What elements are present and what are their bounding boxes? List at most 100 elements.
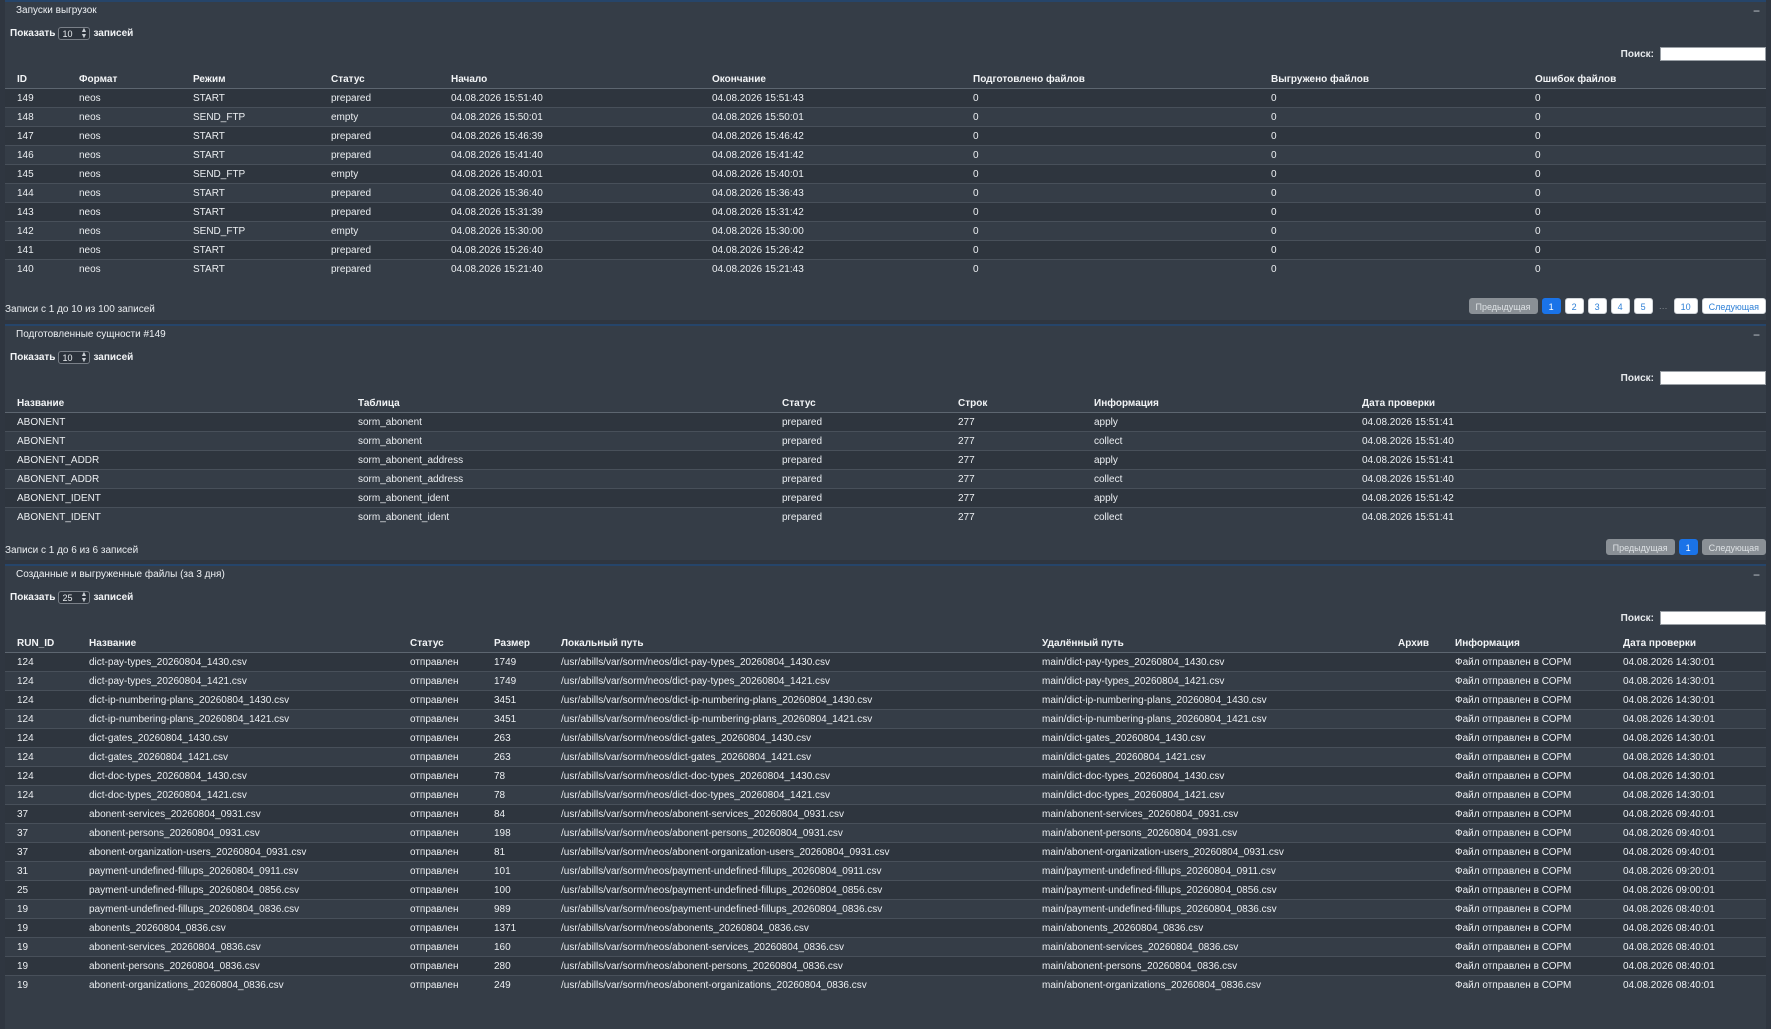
table-cell: main/dict-gates_20260804_1430.csv bbox=[1030, 728, 1386, 748]
runs-search-input[interactable] bbox=[1660, 47, 1766, 61]
table-row[interactable]: 142 neos SEND_FTP empty 04.08.2026 15:30:00 0… bbox=[5, 221, 1766, 241]
entities-column-header[interactable]: Дата проверки bbox=[1350, 394, 1766, 413]
runs-column-header[interactable]: Статус bbox=[319, 70, 439, 89]
files-column-header[interactable]: Удалённый путь bbox=[1030, 634, 1386, 653]
table-row[interactable]: 141 neos START prepared 04.08.2026 15:26:40 0… bbox=[5, 240, 1766, 260]
runs-table: ID Формат Режим Статус Начало Окончание Подгот… bbox=[5, 70, 1766, 279]
prev-page-button[interactable]: Предыдущая bbox=[1605, 539, 1675, 555]
table-row[interactable]: ABONENT_ADDR sorm_abonent_address prepared… bbox=[5, 450, 1766, 470]
runs-column-header[interactable]: ID bbox=[5, 70, 67, 89]
table-cell: 19 bbox=[5, 956, 77, 976]
table-row[interactable]: 124 dict-doc-types_20260804_1430.csv отпра… bbox=[5, 766, 1766, 786]
table-row[interactable]: ABONENT_IDENT sorm_abonent_ident prepared 2… bbox=[5, 488, 1766, 508]
entities-column-header[interactable]: Строк bbox=[946, 394, 1082, 413]
entities-column-header[interactable]: Информация bbox=[1082, 394, 1350, 413]
table-cell: 04.08.2026 15:41:40 bbox=[439, 145, 700, 165]
runs-column-header[interactable]: Окончание bbox=[700, 70, 961, 89]
table-row[interactable]: 145 neos SEND_FTP empty 04.08.2026 15:40:01 0… bbox=[5, 164, 1766, 184]
entities-page-size-select[interactable]: 10 ▲ ▼ bbox=[58, 351, 91, 364]
table-cell: Файл отправлен в СОРМ bbox=[1443, 918, 1611, 938]
table-cell: 0 bbox=[1523, 145, 1766, 165]
table-row[interactable]: ABONENT_IDENT sorm_abonent_ident prepared 2… bbox=[5, 507, 1766, 527]
table-row[interactable]: 25 payment-undefined-fillups_20260804_085… bbox=[5, 880, 1766, 900]
page-button[interactable]: 5 bbox=[1633, 298, 1653, 314]
runs-panel-header: Запуски выгрузок − bbox=[5, 2, 1766, 20]
table-row[interactable]: 144 neos START prepared 04.08.2026 15:36:40 0… bbox=[5, 183, 1766, 203]
table-row[interactable]: 19 abonent-organizations_20260804_0836.cs… bbox=[5, 975, 1766, 995]
table-row[interactable]: 146 neos START prepared 04.08.2026 15:41:40 0… bbox=[5, 145, 1766, 165]
table-row[interactable]: 31 payment-undefined-fillups_20260804_091… bbox=[5, 861, 1766, 881]
table-cell: ABONENT_IDENT bbox=[5, 507, 346, 527]
table-cell: 37 bbox=[5, 823, 77, 843]
table-row[interactable]: 124 dict-ip-numbering-plans_20260804_1421… bbox=[5, 709, 1766, 729]
files-collapse-icon[interactable]: − bbox=[1753, 566, 1760, 584]
table-cell: main/abonent-services_20260804_0931.csv bbox=[1030, 804, 1386, 824]
files-column-header[interactable]: Дата проверки bbox=[1611, 634, 1766, 653]
table-row[interactable]: 124 dict-pay-types_20260804_1430.csv отпра… bbox=[5, 652, 1766, 672]
entities-column-header[interactable]: Таблица bbox=[346, 394, 770, 413]
files-panel: Созданные и выгруженные файлы (за 3 дня)… bbox=[5, 564, 1766, 1029]
table-row[interactable]: 148 neos SEND_FTP empty 04.08.2026 15:50:01 0… bbox=[5, 107, 1766, 127]
runs-column-header[interactable]: Ошибок файлов bbox=[1523, 70, 1766, 89]
page-button[interactable]: 4 bbox=[1610, 298, 1630, 314]
runs-column-header[interactable]: Начало bbox=[439, 70, 700, 89]
table-row[interactable]: 140 neos START prepared 04.08.2026 15:21:40 0… bbox=[5, 259, 1766, 279]
table-row[interactable]: 124 dict-pay-types_20260804_1421.csv отпра… bbox=[5, 671, 1766, 691]
files-column-header[interactable]: Локальный путь bbox=[549, 634, 1030, 653]
prev-page-button[interactable]: Предыдущая bbox=[1468, 298, 1538, 314]
table-row[interactable]: ABONENT_ADDR sorm_abonent_address prepared… bbox=[5, 469, 1766, 489]
table-row[interactable]: 19 abonent-services_20260804_0836.csv отпр… bbox=[5, 937, 1766, 957]
runs-column-header[interactable]: Выгружено файлов bbox=[1259, 70, 1523, 89]
next-page-button[interactable]: Следующая bbox=[1701, 539, 1766, 555]
table-row[interactable]: 37 abonent-services_20260804_0931.csv отпр… bbox=[5, 804, 1766, 824]
table-row[interactable]: 19 abonents_20260804_0836.csv отправлен 137… bbox=[5, 918, 1766, 938]
table-row[interactable]: 124 dict-gates_20260804_1430.csv отправлен… bbox=[5, 728, 1766, 748]
files-column-header[interactable]: Информация bbox=[1443, 634, 1611, 653]
table-row[interactable]: 149 neos START prepared 04.08.2026 15:51:40 0… bbox=[5, 88, 1766, 108]
table-row[interactable]: 37 abonent-persons_20260804_0931.csv отпра… bbox=[5, 823, 1766, 843]
table-row[interactable]: 19 abonent-persons_20260804_0836.csv отпра… bbox=[5, 956, 1766, 976]
page-button[interactable]: 3 bbox=[1587, 298, 1607, 314]
files-column-header[interactable]: Название bbox=[77, 634, 398, 653]
files-column-header[interactable]: Размер bbox=[482, 634, 549, 653]
runs-column-header[interactable]: Режим bbox=[181, 70, 319, 89]
page-button[interactable]: 2 bbox=[1564, 298, 1584, 314]
table-cell: 04.08.2026 15:21:40 bbox=[439, 259, 700, 279]
entities-column-header[interactable]: Название bbox=[5, 394, 346, 413]
page-button[interactable]: 1 bbox=[1678, 539, 1698, 555]
entities-table: Название Таблица Статус Строк Информация Дата… bbox=[5, 394, 1766, 527]
table-row[interactable]: 37 abonent-organization-users_20260804_09… bbox=[5, 842, 1766, 862]
table-row[interactable]: 19 payment-undefined-fillups_20260804_083… bbox=[5, 899, 1766, 919]
table-row[interactable]: 124 dict-ip-numbering-plans_20260804_1430… bbox=[5, 690, 1766, 710]
page-button[interactable]: 1 bbox=[1541, 298, 1561, 314]
table-cell: 0 bbox=[961, 240, 1259, 260]
files-column-header[interactable]: Архив bbox=[1386, 634, 1443, 653]
table-row[interactable]: ABONENT sorm_abonent prepared 277 apply 04.08… bbox=[5, 412, 1766, 432]
table-cell bbox=[1386, 671, 1443, 691]
next-page-button[interactable]: Следующая bbox=[1701, 298, 1766, 314]
table-cell: 04.08.2026 15:51:41 bbox=[1350, 507, 1766, 527]
table-row[interactable]: 124 dict-doc-types_20260804_1421.csv отпра… bbox=[5, 785, 1766, 805]
runs-collapse-icon[interactable]: − bbox=[1753, 2, 1760, 20]
runs-page-size-select[interactable]: 10 ▲ ▼ bbox=[58, 27, 91, 40]
entities-column-header[interactable]: Статус bbox=[770, 394, 946, 413]
table-cell: neos bbox=[67, 183, 181, 203]
page-button-last[interactable]: 10 bbox=[1673, 298, 1698, 314]
files-search-input[interactable] bbox=[1660, 611, 1766, 625]
table-row[interactable]: 124 dict-gates_20260804_1421.csv отправлен… bbox=[5, 747, 1766, 767]
runs-column-header[interactable]: Формат bbox=[67, 70, 181, 89]
runs-column-header[interactable]: Подготовлено файлов bbox=[961, 70, 1259, 89]
files-page-size-select[interactable]: 25 ▲ ▼ bbox=[58, 591, 91, 604]
files-column-header[interactable]: RUN_ID bbox=[5, 634, 77, 653]
table-cell: 0 bbox=[961, 107, 1259, 127]
table-cell: 3451 bbox=[482, 690, 549, 710]
files-column-header[interactable]: Статус bbox=[398, 634, 482, 653]
table-row[interactable]: 147 neos START prepared 04.08.2026 15:46:39 0… bbox=[5, 126, 1766, 146]
entities-search-input[interactable] bbox=[1660, 371, 1766, 385]
table-row[interactable]: 143 neos START prepared 04.08.2026 15:31:39 0… bbox=[5, 202, 1766, 222]
table-cell: prepared bbox=[319, 259, 439, 279]
entities-collapse-icon[interactable]: − bbox=[1753, 326, 1760, 344]
table-cell: prepared bbox=[319, 183, 439, 203]
table-cell: Файл отправлен в СОРМ bbox=[1443, 842, 1611, 862]
table-row[interactable]: ABONENT sorm_abonent prepared 277 collect 04.… bbox=[5, 431, 1766, 451]
